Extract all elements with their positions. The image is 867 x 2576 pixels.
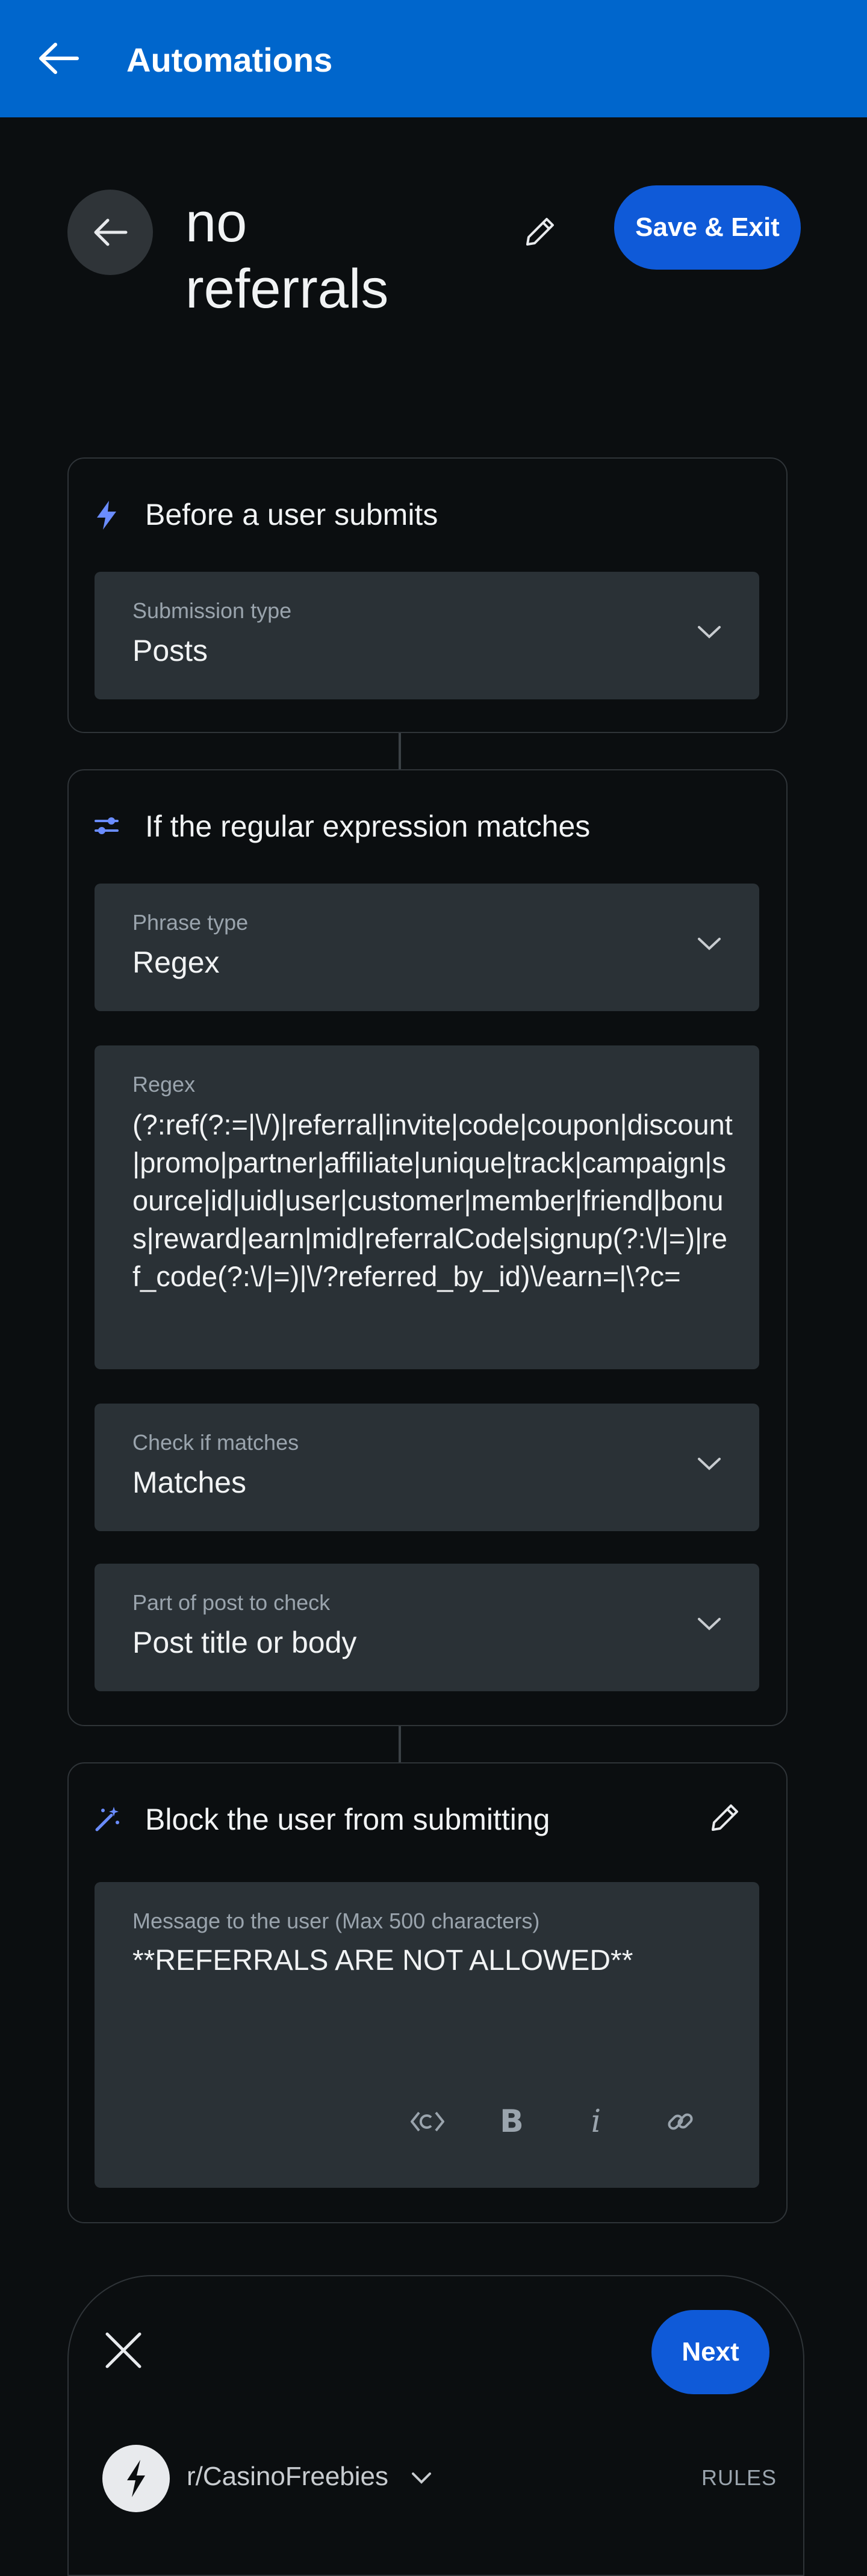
top-app-bar: Automations — [0, 0, 867, 117]
chevron-down-icon — [698, 938, 721, 950]
condition-heading: If the regular expression matches — [145, 810, 591, 843]
part-to-check-dropdown[interactable]: Part of post to check Post title or body — [95, 1564, 759, 1691]
edit-name-pencil-icon[interactable] — [519, 211, 561, 253]
part-to-check-value: Post title or body — [132, 1626, 357, 1659]
regex-value: (?:ref(?:=|\/)|referral|invite|code|coup… — [132, 1109, 733, 1292]
check-if-dropdown[interactable]: Check if matches Matches — [95, 1404, 759, 1531]
back-arrow-icon[interactable] — [35, 37, 83, 79]
phrase-type-value: Regex — [132, 946, 220, 979]
rule-name: no referrals — [185, 192, 389, 320]
check-if-label: Check if matches — [132, 1430, 299, 1455]
lightning-icon — [95, 500, 119, 531]
lightning-icon — [127, 2460, 145, 2497]
chevron-down-icon[interactable] — [409, 2468, 434, 2488]
close-icon[interactable] — [102, 2329, 144, 2371]
code-format-icon[interactable] — [406, 2101, 449, 2143]
submission-type-dropdown[interactable]: Submission type Posts — [95, 572, 759, 699]
message-textarea[interactable]: Message to the user (Max 500 characters)… — [95, 1882, 759, 2188]
chevron-down-icon — [698, 626, 721, 639]
message-value: **REFERRALS ARE NOT ALLOWED** — [132, 1945, 633, 1977]
edit-action-pencil-icon[interactable] — [706, 1798, 744, 1837]
action-heading: Block the user from submitting — [145, 1803, 550, 1836]
phrase-type-label: Phrase type — [132, 910, 249, 935]
message-label: Message to the user (Max 500 characters) — [132, 1909, 540, 1933]
app-bar-title: Automations — [126, 41, 333, 79]
trigger-heading: Before a user submits — [145, 498, 438, 531]
chevron-down-icon — [698, 1458, 721, 1470]
subreddit-avatar — [102, 2445, 170, 2512]
italic-format-icon[interactable]: i — [575, 2101, 617, 2143]
submission-type-value: Posts — [132, 634, 208, 667]
phrase-type-dropdown[interactable]: Phrase type Regex — [95, 884, 759, 1011]
sliders-icon — [93, 814, 120, 838]
link-format-icon[interactable] — [659, 2101, 701, 2143]
bold-format-icon[interactable]: B — [491, 2101, 533, 2143]
chevron-down-icon — [698, 1618, 721, 1630]
arrow-left-icon — [94, 218, 128, 246]
check-if-value: Matches — [132, 1466, 246, 1499]
rule-back-button[interactable] — [67, 190, 153, 275]
magic-wand-icon — [93, 1804, 122, 1833]
submission-type-label: Submission type — [132, 598, 292, 623]
flow-connector — [399, 733, 401, 769]
flow-connector — [399, 1726, 401, 1762]
subreddit-name[interactable]: r/CasinoFreebies — [187, 2462, 388, 2492]
next-button[interactable]: Next — [651, 2310, 769, 2394]
regex-input[interactable]: Regex (?:ref(?:=|\/)|referral|invite|cod… — [95, 1045, 759, 1369]
save-exit-button[interactable]: Save & Exit — [614, 185, 801, 270]
regex-label: Regex — [132, 1072, 196, 1097]
part-to-check-label: Part of post to check — [132, 1590, 331, 1615]
rules-link[interactable]: RULES — [701, 2465, 777, 2491]
